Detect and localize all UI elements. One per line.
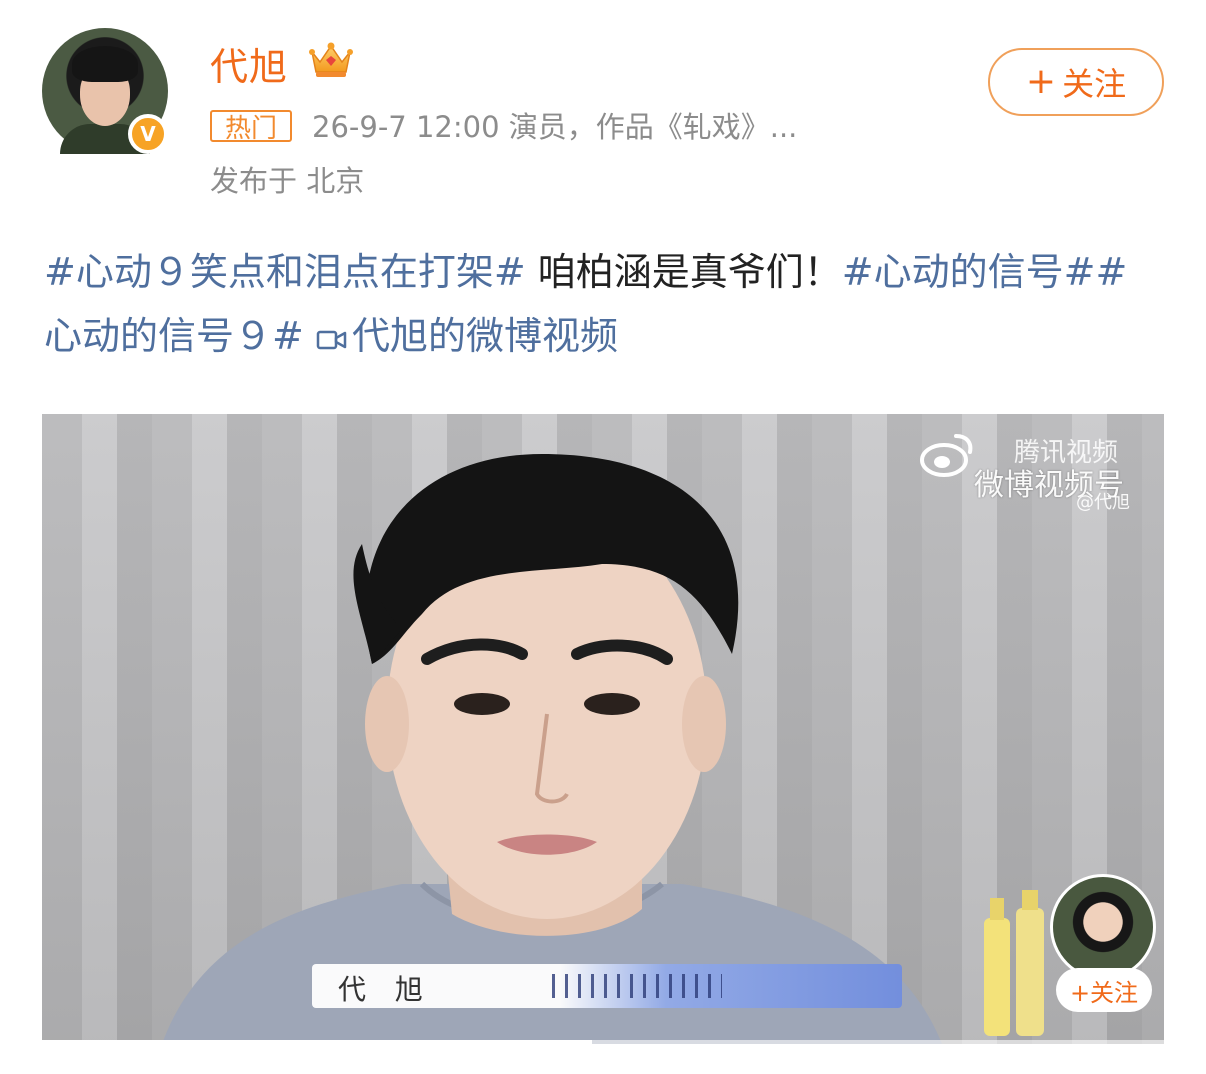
hashtag-link[interactable]: #心动的信号# [842, 250, 1096, 294]
post-meta: 26-9-7 12:00 演员，作品《轧戏》... [312, 110, 798, 144]
video-author-pip[interactable]: +关注 [984, 868, 1164, 1036]
video-progress-bar[interactable] [42, 1040, 1164, 1044]
follow-button[interactable]: + 关注 [988, 48, 1164, 116]
hot-tag: 热门 [210, 110, 292, 144]
name-caption: 代 旭 [338, 973, 433, 1006]
verified-badge-icon: V [128, 114, 168, 154]
avatar-hair [72, 46, 138, 82]
author-name[interactable]: 代旭 [210, 36, 288, 91]
pip-follow-button[interactable]: +关注 [1056, 968, 1152, 1012]
video-link[interactable]: 代旭的微博视频 [316, 314, 618, 358]
follow-label: 关注 [1062, 65, 1127, 103]
drink-bottles-icon [984, 890, 1044, 1036]
caption-decoration [552, 974, 722, 998]
plus-icon: + [1025, 60, 1057, 102]
watermark-handle: @代旭 [1076, 492, 1130, 513]
video-progress-fill [42, 1040, 592, 1044]
crown-icon [309, 42, 353, 77]
name-caption-bar: 代 旭 [312, 964, 902, 1008]
post-body-text: 咱柏涵是真爷们！ [525, 250, 842, 294]
post-content: #心动９笑点和泪点在打架# 咱柏涵是真爷们！#心动的信号##心动的信号９# 代旭… [44, 240, 1164, 368]
pip-avatar [1050, 874, 1156, 980]
post-location: 发布于 北京 [210, 164, 365, 198]
weibo-logo-icon [920, 434, 973, 477]
video-camera-icon [316, 330, 347, 350]
video-link-label: 代旭的微博视频 [351, 314, 618, 358]
video-player[interactable]: 腾讯视频 微博视频号 @代旭 代 旭 +关注 [42, 414, 1164, 1044]
hashtag-link[interactable]: #心动９笑点和泪点在打架# [44, 250, 526, 294]
